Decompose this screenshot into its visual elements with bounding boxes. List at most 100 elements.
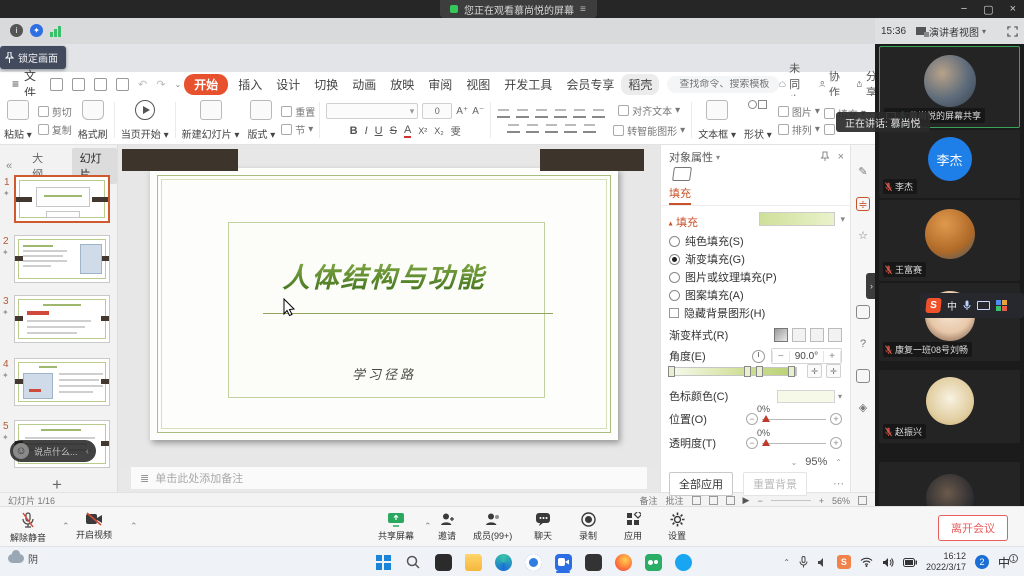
battery-icon[interactable] — [903, 558, 917, 567]
tab-docer-mini[interactable]: 稻壳 — [621, 74, 659, 95]
navigation-icon[interactable]: ◈ — [856, 401, 870, 415]
ime-mic-icon[interactable] — [963, 300, 971, 311]
pin-screen-overlay[interactable]: 锁定画面 — [0, 46, 66, 69]
sogou-tray-icon[interactable]: S — [837, 555, 851, 569]
chat-quick-overlay[interactable]: ☺ 说点什么... ‹ — [10, 440, 96, 462]
textbox-button[interactable]: 文本框 ▾ — [694, 96, 740, 144]
indent-increase-icon[interactable] — [554, 108, 567, 118]
file-explorer-button[interactable] — [462, 551, 484, 573]
mic-options-caret[interactable]: ⌃ — [62, 521, 70, 532]
members-button[interactable]: 成员(99+) — [473, 512, 512, 542]
style-brush-icon[interactable]: ✎ — [856, 165, 870, 179]
bold-button[interactable]: B — [350, 125, 358, 137]
sogou-logo-icon[interactable]: S — [925, 298, 942, 313]
brightness-down-icon[interactable]: ⌄ — [791, 458, 798, 467]
collapse-chat-icon[interactable]: ‹ — [86, 446, 89, 457]
restore-button[interactable]: ▢ — [983, 3, 993, 16]
shield-icon[interactable]: ✦ — [30, 24, 43, 37]
justify-icon[interactable] — [564, 123, 577, 133]
zoom-in-icon[interactable]: + — [819, 496, 824, 506]
gradient-style-rect[interactable] — [810, 328, 824, 342]
text-effect-button[interactable]: 雯 — [451, 123, 461, 138]
info-icon[interactable]: i — [10, 24, 23, 37]
font-family-select[interactable]: ▾ — [326, 103, 418, 119]
angle-minus[interactable]: − — [772, 351, 790, 362]
save-icon[interactable] — [50, 78, 63, 91]
section-button[interactable]: 节 ▾ — [281, 122, 315, 137]
ime-mode-label[interactable]: 中 — [947, 298, 957, 313]
video-options-caret[interactable]: ⌃ — [130, 521, 138, 532]
strikethrough-button[interactable]: S — [390, 125, 397, 137]
banner-menu-icon[interactable]: ≡ — [580, 4, 587, 15]
zoom-out-icon[interactable]: − — [757, 496, 762, 506]
tab-home[interactable]: 开始 — [184, 74, 228, 95]
line-spacing-icon[interactable] — [592, 108, 605, 118]
play-from-page-button[interactable]: 当页开始 ▾ — [117, 96, 173, 144]
qq-button[interactable] — [672, 551, 694, 573]
taskbar-clock[interactable]: 16:12 2022/3/17 — [926, 551, 966, 574]
browser-button[interactable] — [522, 551, 544, 573]
tab-developer[interactable]: 开发工具 — [497, 74, 559, 95]
meeting-app-button[interactable] — [552, 551, 574, 573]
fill-gradient-swatch[interactable] — [759, 212, 835, 226]
zoom-slider[interactable] — [771, 500, 811, 501]
slide-thumbnail-3[interactable]: 3 ✦ — [14, 295, 110, 343]
view-mode-select[interactable]: 演讲者视图 ▾ — [916, 24, 986, 39]
search-input[interactable] — [679, 79, 779, 90]
slide-subtitle[interactable]: 学习径路 — [150, 364, 618, 383]
bullets-icon[interactable] — [497, 108, 510, 118]
superscript-button[interactable]: X² — [418, 126, 427, 136]
start-button[interactable] — [372, 551, 394, 573]
transparency-plus[interactable]: + — [830, 437, 842, 449]
wifi-icon[interactable] — [860, 557, 873, 567]
angle-plus[interactable]: + — [823, 351, 841, 362]
numbering-icon[interactable] — [516, 108, 529, 118]
option-solid-fill[interactable]: 纯色填充(S) — [669, 233, 744, 249]
normal-view-icon[interactable] — [692, 496, 701, 505]
add-stop-button[interactable]: ✛ — [807, 364, 822, 378]
ime-indicator[interactable]: 中1 — [998, 554, 1018, 571]
collapse-panel-icon[interactable]: « — [6, 160, 12, 172]
tray-speaker-icon[interactable] — [817, 557, 828, 568]
tray-mic-icon[interactable] — [799, 556, 808, 568]
shape-button[interactable]: 形状 ▾ — [740, 96, 776, 144]
gradient-stop[interactable] — [788, 366, 795, 377]
tab-design[interactable]: 设计 — [269, 74, 307, 95]
angle-spinner[interactable]: −90.0°+ — [771, 348, 842, 364]
remove-stop-button[interactable]: ✛ — [826, 364, 841, 378]
edge-browser-button[interactable] — [492, 551, 514, 573]
close-panel-icon[interactable]: × — [838, 151, 844, 163]
cut-button[interactable]: 剪切 — [38, 104, 72, 119]
font-color-button[interactable]: A — [404, 124, 411, 138]
settings-button[interactable]: 设置 — [668, 512, 686, 542]
layout-button[interactable]: 版式 ▾ — [243, 96, 279, 144]
slide-thumbnail-2[interactable]: 2 ✦ — [14, 235, 110, 283]
slide-thumbnail-1[interactable]: 1 ✦ — [14, 175, 110, 223]
shrink-font-button[interactable]: A⁻ — [472, 106, 484, 117]
slide-title[interactable]: 人体结构与功能 — [150, 256, 618, 295]
option-hide-background[interactable]: 隐藏背景图形(H) — [669, 305, 765, 321]
tab-transition[interactable]: 切换 — [307, 74, 345, 95]
apps-button[interactable]: 应用 — [624, 512, 642, 542]
more-options-icon[interactable]: ⋯ — [833, 477, 844, 490]
tab-member[interactable]: 会员专享 — [559, 74, 621, 95]
tab-insert[interactable]: 插入 — [231, 74, 269, 95]
slide-thumbnail-4[interactable]: 4 ✦ — [14, 358, 110, 406]
unmute-button[interactable]: 解除静音 — [10, 512, 46, 544]
quickbar-dropdown-icon[interactable]: ⌄ — [174, 80, 181, 89]
help-icon[interactable]: ? — [856, 337, 870, 351]
wechat-button[interactable] — [642, 551, 664, 573]
ime-grid-icon[interactable] — [996, 300, 1007, 311]
participant-tile[interactable]: 赵振兴 — [879, 370, 1020, 443]
paste-button[interactable]: 粘贴 ▾ — [0, 96, 36, 144]
minimize-button[interactable]: − — [961, 3, 967, 15]
italic-button[interactable]: I — [365, 125, 368, 137]
share-options-caret[interactable]: ⌃ — [424, 521, 432, 532]
command-search[interactable] — [667, 76, 779, 93]
tab-review[interactable]: 审阅 — [421, 74, 459, 95]
pin-panel-icon[interactable] — [820, 151, 830, 161]
indent-decrease-icon[interactable] — [535, 108, 548, 118]
gradient-style-linear[interactable] — [774, 328, 788, 342]
taskbar-weather[interactable]: 阴 — [8, 551, 38, 566]
align-text-button[interactable]: 对齐文本 ▾ — [618, 103, 680, 118]
